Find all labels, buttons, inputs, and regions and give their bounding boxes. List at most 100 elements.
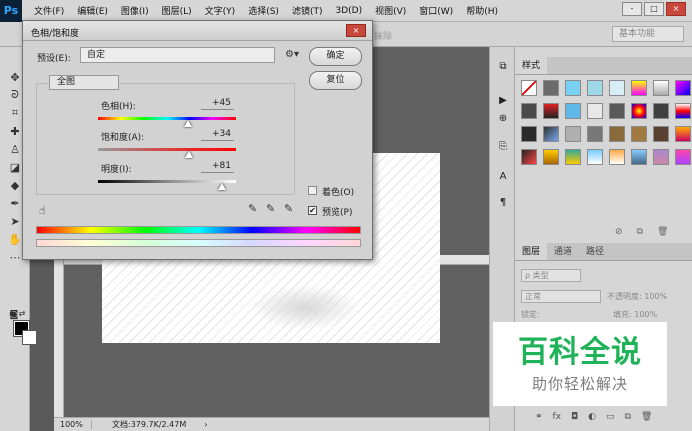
style-swatch[interactable]: [609, 126, 625, 142]
menu-help[interactable]: 帮助(H): [466, 4, 498, 17]
link-layers-icon[interactable]: ⚭: [535, 412, 543, 422]
minimize-button[interactable]: -: [622, 2, 642, 16]
menu-filter[interactable]: 滤镜(T): [292, 4, 323, 17]
menu-layer[interactable]: 图层(L): [162, 4, 192, 17]
stamp-tool-icon[interactable]: ♙: [7, 141, 23, 157]
eyedropper-plus-icon[interactable]: ✎: [266, 202, 275, 215]
style-swatch[interactable]: [521, 103, 537, 119]
eraser-tool-icon[interactable]: ◪: [7, 159, 23, 175]
paragraph-panel-icon[interactable]: ¶: [496, 197, 510, 211]
blend-mode-select[interactable]: 正常: [521, 290, 601, 303]
saturation-slider[interactable]: [98, 148, 236, 151]
eyedropper-minus-icon[interactable]: ✎: [284, 202, 293, 215]
style-swatch[interactable]: [543, 149, 559, 165]
dialog-titlebar[interactable]: 色相/饱和度 ×: [23, 21, 372, 41]
menu-window[interactable]: 窗口(W): [419, 4, 453, 17]
style-swatch-none[interactable]: [521, 80, 537, 96]
fill-field[interactable]: 填充: 100%: [613, 309, 657, 320]
new-layer-icon[interactable]: ⧉: [625, 412, 631, 422]
lasso-tool-icon[interactable]: ᘐ: [7, 87, 23, 103]
close-window-button[interactable]: ×: [666, 2, 686, 16]
zoom-level[interactable]: 100%: [54, 420, 92, 429]
menu-select[interactable]: 选择(S): [248, 4, 279, 17]
workspace-select[interactable]: 基本功能: [612, 26, 684, 42]
preview-label[interactable]: 预览(P): [322, 205, 352, 218]
ok-button[interactable]: 确定: [309, 47, 362, 66]
tab-styles[interactable]: 样式: [515, 57, 548, 74]
eyedropper-icon[interactable]: ✎: [248, 202, 257, 215]
hue-slider-thumb[interactable]: [183, 120, 192, 127]
style-swatch[interactable]: [521, 149, 537, 165]
style-swatch[interactable]: [609, 80, 625, 96]
move-tool-icon[interactable]: ✥: [7, 69, 23, 85]
style-swatch[interactable]: [653, 103, 669, 119]
character-panel-icon[interactable]: A: [496, 171, 510, 185]
blur-tool-icon[interactable]: ◆: [7, 177, 23, 193]
status-menu-arrow-icon[interactable]: ›: [204, 420, 207, 429]
style-swatch[interactable]: [609, 103, 625, 119]
new-style-icon[interactable]: ⧉: [637, 227, 643, 237]
style-swatch[interactable]: [543, 80, 559, 96]
more-tools-icon[interactable]: ⋯: [7, 249, 23, 265]
style-swatch[interactable]: [543, 126, 559, 142]
style-swatch[interactable]: [587, 103, 603, 119]
saturation-slider-thumb[interactable]: [185, 151, 194, 158]
dialog-close-button[interactable]: ×: [346, 24, 366, 37]
quick-mask-icon[interactable]: ◙: [6, 307, 22, 323]
saturation-input[interactable]: +34: [201, 128, 234, 141]
targeted-adjustment-hand-icon[interactable]: ☝: [39, 204, 46, 217]
style-swatch[interactable]: [653, 126, 669, 142]
lightness-input[interactable]: +81: [201, 160, 234, 173]
style-swatch[interactable]: [565, 126, 581, 142]
style-swatch[interactable]: [631, 103, 647, 119]
tab-layers[interactable]: 图层: [515, 243, 548, 260]
lightness-slider[interactable]: [98, 180, 236, 183]
style-swatch[interactable]: [609, 149, 625, 165]
crop-tool-icon[interactable]: ⌗: [7, 105, 23, 121]
style-swatch[interactable]: [675, 80, 691, 96]
preset-select[interactable]: 自定: [80, 47, 275, 63]
menu-view[interactable]: 视图(V): [375, 4, 406, 17]
style-swatch[interactable]: [587, 80, 603, 96]
channel-select[interactable]: 全图: [49, 75, 119, 90]
tab-channels[interactable]: 通道: [547, 243, 579, 260]
delete-style-icon[interactable]: 🗑: [657, 227, 668, 237]
preview-checkbox[interactable]: ✔: [308, 206, 317, 215]
hue-slider[interactable]: [98, 117, 236, 120]
menu-3d[interactable]: 3D(D): [335, 6, 362, 16]
pen-tool-icon[interactable]: ✒: [7, 195, 23, 211]
lightness-slider-thumb[interactable]: [218, 183, 227, 190]
background-color-swatch[interactable]: [22, 330, 37, 345]
new-group-icon[interactable]: ▭: [606, 412, 615, 422]
menu-type[interactable]: 文字(Y): [205, 4, 236, 17]
adjustment-layer-icon[interactable]: ◐: [588, 412, 596, 422]
delete-layer-icon[interactable]: 🗑: [641, 412, 652, 422]
clone-source-icon[interactable]: ⎘: [496, 141, 510, 155]
hand-tool-icon[interactable]: ✋: [7, 231, 23, 247]
style-swatch[interactable]: [653, 80, 669, 96]
clear-style-icon[interactable]: ⊘: [615, 227, 623, 237]
style-swatch[interactable]: [631, 149, 647, 165]
add-mask-icon[interactable]: ◘: [571, 412, 578, 422]
style-swatch[interactable]: [587, 149, 603, 165]
colorize-checkbox[interactable]: [308, 186, 317, 195]
layer-kind-filter[interactable]: ρ 类型: [521, 269, 581, 282]
style-swatch[interactable]: [521, 126, 537, 142]
style-swatch[interactable]: [587, 126, 603, 142]
style-swatch[interactable]: [675, 103, 691, 119]
menu-edit[interactable]: 编辑(E): [77, 4, 108, 17]
properties-panel-icon[interactable]: ⊕: [496, 113, 510, 127]
style-swatch[interactable]: [565, 103, 581, 119]
colorize-label[interactable]: 着色(O): [322, 185, 354, 198]
hue-input[interactable]: +45: [201, 97, 234, 110]
maximize-button[interactable]: □: [644, 2, 664, 16]
style-swatch[interactable]: [675, 126, 691, 142]
actions-panel-icon[interactable]: ▶: [496, 95, 510, 109]
fx-icon[interactable]: fx: [553, 412, 562, 422]
style-swatch[interactable]: [653, 149, 669, 165]
reset-button[interactable]: 复位: [309, 71, 362, 90]
history-panel-icon[interactable]: ⧉: [496, 61, 510, 75]
style-swatch[interactable]: [631, 126, 647, 142]
style-swatch[interactable]: [631, 80, 647, 96]
menu-image[interactable]: 图像(I): [121, 4, 149, 17]
